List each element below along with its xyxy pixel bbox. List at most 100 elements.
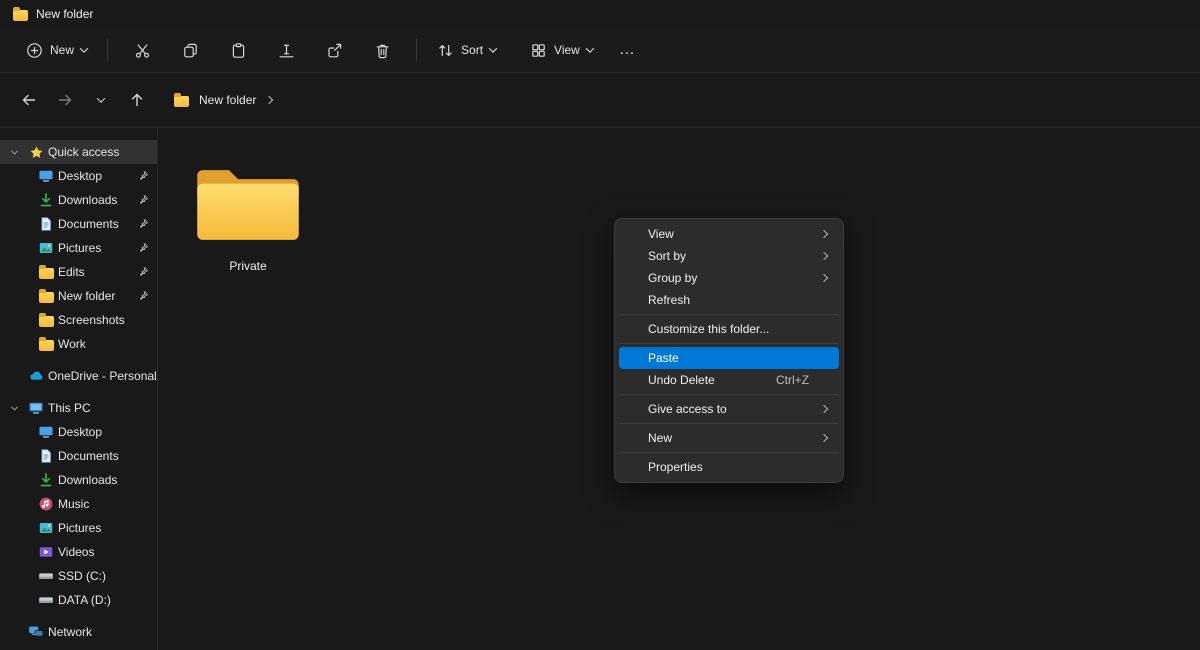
sort-button-label: Sort (461, 43, 483, 57)
pin-icon (137, 170, 150, 182)
documents-icon (38, 216, 54, 232)
up-arrow-icon (128, 91, 146, 109)
sidebar-item-desktop[interactable]: Desktop (0, 164, 157, 188)
back-button[interactable] (14, 85, 44, 115)
up-button[interactable] (122, 85, 152, 115)
menu-item-customize-folder[interactable]: Customize this folder... (619, 318, 839, 340)
sidebar-item-work[interactable]: Work (0, 332, 157, 356)
sidebar-item-new-folder[interactable]: New folder (0, 284, 157, 308)
sidebar-item-drive-c[interactable]: SSD (C:) (0, 564, 157, 588)
menu-item-paste[interactable]: Paste (619, 347, 839, 369)
sidebar-item-onedrive[interactable]: OneDrive - Personal (0, 364, 157, 388)
sidebar-item-this-pc[interactable]: This PC (0, 396, 157, 420)
sidebar-item-edits[interactable]: Edits (0, 260, 157, 284)
sidebar-item-quick-access[interactable]: Quick access (0, 140, 157, 164)
desktop-icon (38, 424, 54, 440)
chevron-right-icon (820, 230, 828, 238)
sidebar-item-pc-music[interactable]: Music (0, 492, 157, 516)
menu-item-new[interactable]: New (619, 427, 839, 449)
pin-icon (137, 218, 150, 230)
rename-button[interactable] (266, 34, 306, 66)
expand-chevron-icon[interactable] (11, 403, 18, 410)
pictures-icon (38, 520, 54, 536)
breadcrumb: New folder (174, 93, 272, 107)
downloads-icon (38, 192, 54, 208)
menu-separator (620, 394, 838, 395)
window-folder-icon (13, 10, 28, 21)
sidebar-item-downloads[interactable]: Downloads (0, 188, 157, 212)
sidebar-item-pictures[interactable]: Pictures (0, 236, 157, 260)
forward-arrow-icon (56, 91, 74, 109)
cut-button[interactable] (122, 34, 162, 66)
menu-item-group-by[interactable]: Group by (619, 267, 839, 289)
file-list-area[interactable]: Private View Sort by Group by Refresh Cu… (158, 128, 1200, 650)
delete-button[interactable] (362, 34, 402, 66)
drive-icon (38, 592, 54, 608)
cut-icon (134, 42, 151, 59)
menu-separator (620, 423, 838, 424)
view-button[interactable]: View (520, 36, 603, 65)
expand-chevron-icon[interactable] (11, 147, 18, 154)
chevron-down-icon (586, 44, 594, 52)
pin-icon (137, 242, 150, 254)
menu-shortcut: Ctrl+Z (776, 373, 809, 387)
chevron-down-icon (80, 44, 88, 52)
menu-item-sort-by[interactable]: Sort by (619, 245, 839, 267)
view-grid-icon (530, 42, 547, 59)
see-more-button[interactable]: … (609, 41, 646, 59)
copy-icon (182, 42, 199, 59)
chevron-down-icon (489, 44, 497, 52)
paste-icon (230, 42, 247, 59)
forward-button[interactable] (50, 85, 80, 115)
paste-button[interactable] (218, 34, 258, 66)
sort-arrows-icon (437, 42, 454, 59)
pin-icon (137, 266, 150, 278)
menu-item-properties[interactable]: Properties (619, 456, 839, 478)
chevron-down-icon (97, 94, 105, 102)
rename-icon (278, 42, 295, 59)
menu-item-give-access-to[interactable]: Give access to (619, 398, 839, 420)
sidebar-item-screenshots[interactable]: Screenshots (0, 308, 157, 332)
sidebar-item-network[interactable]: Network (0, 620, 157, 644)
menu-separator (620, 314, 838, 315)
sidebar-item-drive-d[interactable]: DATA (D:) (0, 588, 157, 612)
new-button[interactable]: New (16, 36, 97, 65)
drive-icon (38, 568, 54, 584)
file-item-private[interactable]: Private (189, 158, 307, 273)
back-arrow-icon (20, 91, 38, 109)
pin-icon (137, 194, 150, 206)
sidebar-item-pc-downloads[interactable]: Downloads (0, 468, 157, 492)
share-button[interactable] (314, 34, 354, 66)
command-toolbar: New Sort View … (0, 28, 1200, 73)
sidebar-item-documents[interactable]: Documents (0, 212, 157, 236)
menu-item-undo-delete[interactable]: Undo Delete Ctrl+Z (619, 369, 839, 391)
file-item-label: Private (229, 259, 266, 273)
breadcrumb-item[interactable]: New folder (199, 93, 256, 107)
sidebar-item-pc-videos[interactable]: Videos (0, 540, 157, 564)
navigation-pane: Quick access Desktop Downloads Documents… (0, 128, 158, 650)
context-menu: View Sort by Group by Refresh Customize … (614, 218, 844, 483)
breadcrumb-folder-icon (174, 96, 189, 107)
sort-button[interactable]: Sort (427, 36, 506, 65)
pictures-icon (38, 240, 54, 256)
new-button-label: New (50, 43, 74, 57)
folder-icon (38, 288, 54, 304)
videos-icon (38, 544, 54, 560)
this-pc-icon (28, 400, 44, 416)
sidebar-item-pc-desktop[interactable]: Desktop (0, 420, 157, 444)
network-icon (28, 624, 44, 640)
star-icon (28, 144, 44, 160)
recent-locations-button[interactable] (86, 85, 116, 115)
sidebar-item-pc-pictures[interactable]: Pictures (0, 516, 157, 540)
onedrive-cloud-icon (28, 368, 44, 384)
folder-icon (190, 158, 306, 251)
menu-item-view[interactable]: View (619, 223, 839, 245)
folder-icon (38, 264, 54, 280)
chevron-right-icon (265, 96, 273, 104)
copy-button[interactable] (170, 34, 210, 66)
menu-item-refresh[interactable]: Refresh (619, 289, 839, 311)
view-button-label: View (554, 43, 580, 57)
sidebar-item-pc-documents[interactable]: Documents (0, 444, 157, 468)
navigation-bar: New folder (0, 73, 1200, 128)
chevron-right-icon (820, 434, 828, 442)
